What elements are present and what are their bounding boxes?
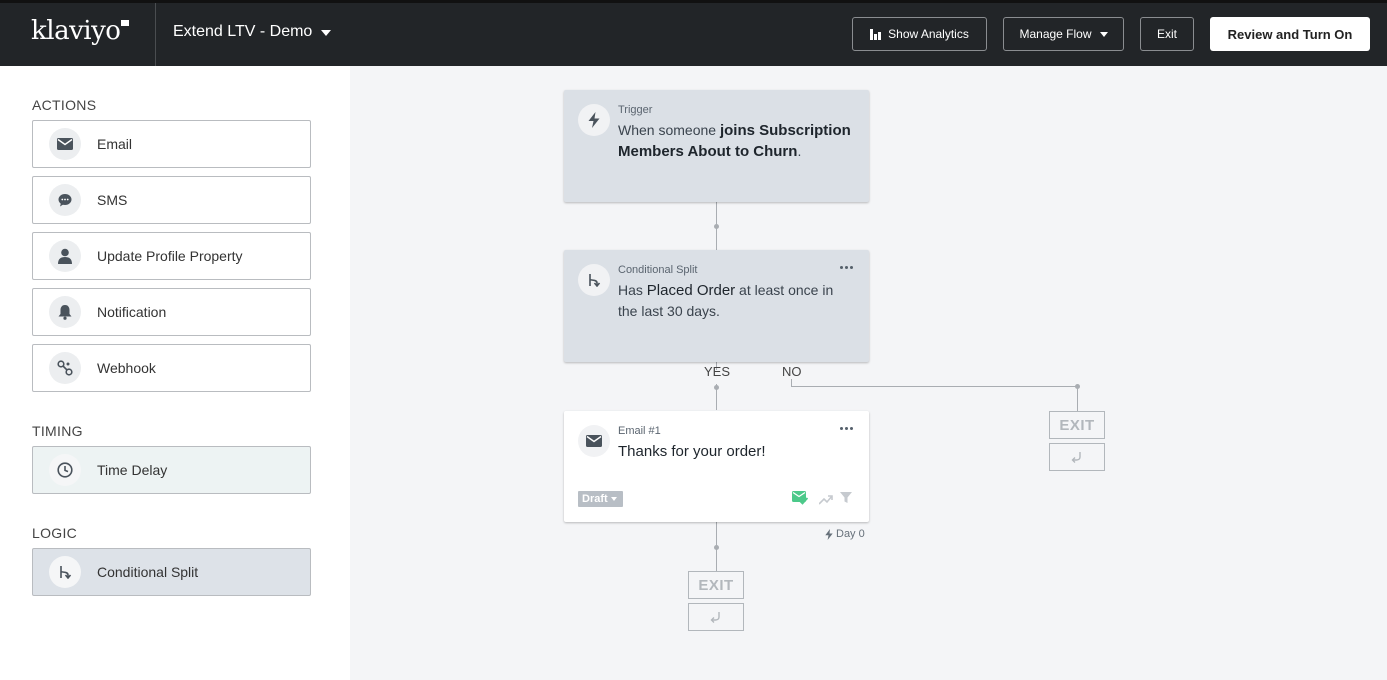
trigger-type-label: Trigger bbox=[618, 104, 653, 116]
logo-text: klaviyo bbox=[31, 16, 121, 46]
sidebar-item-label: Update Profile Property bbox=[97, 248, 243, 264]
chevron-down-icon bbox=[1099, 31, 1108, 37]
lightning-icon bbox=[825, 528, 833, 540]
exit-button[interactable]: Exit bbox=[1140, 17, 1194, 51]
split-icon bbox=[49, 556, 81, 588]
actions-section-title: ACTIONS bbox=[32, 97, 97, 113]
timing-section-title: TIMING bbox=[32, 423, 83, 439]
connector-dot bbox=[714, 385, 719, 390]
email-type-label: Email #1 bbox=[618, 425, 661, 437]
sidebar-item-sms[interactable]: SMS bbox=[32, 176, 311, 224]
day-label: Day 0 bbox=[836, 528, 865, 540]
bell-icon bbox=[49, 296, 81, 328]
webhook-icon bbox=[49, 352, 81, 384]
chat-bubble-icon bbox=[49, 184, 81, 216]
review-and-turn-on-button[interactable]: Review and Turn On bbox=[1210, 17, 1370, 51]
person-icon bbox=[49, 240, 81, 272]
trigger-description: When someone joins Subscription Members … bbox=[618, 120, 853, 162]
exit-return-button[interactable] bbox=[688, 603, 744, 631]
flow-canvas: Trigger When someone joins Subscription … bbox=[350, 66, 1387, 680]
filter-icon[interactable] bbox=[840, 491, 852, 509]
split-metric: Placed Order bbox=[646, 282, 736, 299]
connector-line bbox=[791, 379, 792, 386]
exit-return-button[interactable] bbox=[1049, 443, 1105, 471]
split-text-prefix: Has bbox=[618, 282, 647, 298]
show-analytics-label: Show Analytics bbox=[888, 27, 969, 41]
manage-flow-label: Manage Flow bbox=[1019, 27, 1092, 41]
sidebar-item-time-delay[interactable]: Time Delay bbox=[32, 446, 311, 494]
sidebar-item-conditional-split[interactable]: Conditional Split bbox=[32, 548, 311, 596]
sidebar-item-label: Time Delay bbox=[97, 462, 168, 478]
more-options-icon[interactable] bbox=[840, 266, 853, 269]
klaviyo-logo[interactable]: klaviyo bbox=[0, 3, 156, 66]
sidebar-item-label: Webhook bbox=[97, 360, 156, 376]
sidebar-item-update-profile-property[interactable]: Update Profile Property bbox=[32, 232, 311, 280]
yes-branch-label: YES bbox=[704, 364, 731, 379]
sidebar-item-label: Conditional Split bbox=[97, 564, 199, 580]
manage-flow-button[interactable]: Manage Flow bbox=[1003, 17, 1124, 51]
exit-node-no-branch: EXIT bbox=[1049, 411, 1105, 439]
trigger-text-prefix: When someone bbox=[618, 122, 720, 138]
exit-label: Exit bbox=[1156, 27, 1177, 41]
logic-section-title: LOGIC bbox=[32, 525, 78, 541]
bar-chart-icon bbox=[870, 28, 882, 40]
no-branch-label: NO bbox=[782, 364, 802, 379]
top-bar: klaviyo Extend LTV - Demo Show Analytics… bbox=[0, 0, 1387, 66]
chevron-down-icon[interactable] bbox=[321, 30, 331, 36]
connector-dot bbox=[714, 545, 719, 550]
sidebar-item-notification[interactable]: Notification bbox=[32, 288, 311, 336]
connector-line bbox=[1077, 386, 1078, 411]
check-mail-icon[interactable] bbox=[792, 491, 809, 510]
return-arrow-icon bbox=[1071, 452, 1081, 463]
envelope-icon bbox=[49, 128, 81, 160]
logo-flag-icon bbox=[121, 20, 130, 26]
sidebar-item-label: Notification bbox=[97, 304, 167, 320]
exit-node-main: EXIT bbox=[688, 571, 744, 599]
split-description: Has Placed Order at least once in the la… bbox=[618, 280, 853, 322]
email-card[interactable]: Email #1 Thanks for your order! Draft bbox=[564, 411, 869, 522]
day-tag: Day 0 bbox=[825, 528, 865, 540]
status-dropdown[interactable]: Draft bbox=[578, 491, 623, 507]
chevron-down-icon bbox=[610, 497, 617, 501]
connector-dot bbox=[714, 224, 719, 229]
trend-icon[interactable] bbox=[818, 492, 833, 510]
envelope-icon bbox=[578, 425, 610, 457]
flow-name[interactable]: Extend LTV - Demo bbox=[173, 23, 312, 41]
connector-line bbox=[791, 386, 1078, 387]
conditional-split-card[interactable]: Conditional Split Has Placed Order at le… bbox=[564, 250, 869, 362]
sidebar-item-webhook[interactable]: Webhook bbox=[32, 344, 311, 392]
sidebar-item-email[interactable]: Email bbox=[32, 120, 311, 168]
lightning-icon bbox=[578, 104, 610, 136]
trigger-card[interactable]: Trigger When someone joins Subscription … bbox=[564, 90, 869, 202]
split-icon bbox=[578, 264, 610, 296]
status-label: Draft bbox=[582, 493, 608, 505]
split-type-label: Conditional Split bbox=[618, 264, 698, 276]
sidebar-item-label: Email bbox=[97, 136, 133, 152]
show-analytics-button[interactable]: Show Analytics bbox=[852, 17, 987, 51]
sidebar: ACTIONS Email SMS Update Profile Propert… bbox=[0, 66, 350, 680]
sidebar-item-label: SMS bbox=[97, 192, 128, 208]
connector-dot bbox=[1075, 384, 1080, 389]
clock-icon bbox=[49, 454, 81, 486]
return-arrow-icon bbox=[710, 612, 720, 623]
more-options-icon[interactable] bbox=[840, 427, 853, 430]
trigger-text-suffix: . bbox=[797, 143, 802, 159]
email-subject: Thanks for your order! bbox=[618, 443, 766, 460]
